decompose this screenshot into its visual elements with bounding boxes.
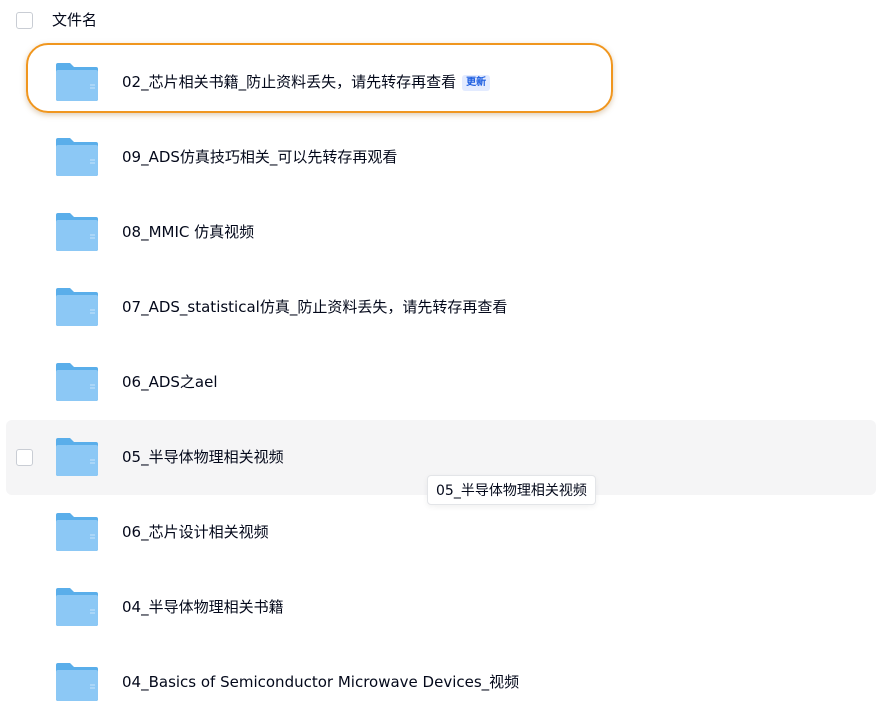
file-name[interactable]: 04_半导体物理相关书籍 xyxy=(122,597,284,617)
file-list: 02_芯片相关书籍_防止资料丢失，请先转存再查看 更新 09_ADS仿真技巧相关_… xyxy=(0,43,876,713)
filename-tooltip: 05_半导体物理相关视频 xyxy=(427,475,596,505)
file-name[interactable]: 07_ADS_statistical仿真_防止资料丢失，请先转存再查看 xyxy=(122,297,507,317)
file-name[interactable]: 02_芯片相关书籍_防止资料丢失，请先转存再查看 更新 xyxy=(122,72,491,92)
folder-icon xyxy=(56,663,98,701)
file-list-header: 文件名 xyxy=(0,0,876,42)
folder-icon xyxy=(56,513,98,551)
file-name[interactable]: 04_Basics of Semiconductor Microwave Dev… xyxy=(122,672,519,692)
folder-icon xyxy=(56,63,98,101)
file-row[interactable]: 06_芯片设计相关视频 xyxy=(6,495,876,570)
folder-icon xyxy=(56,438,98,476)
file-row[interactable]: 07_ADS_statistical仿真_防止资料丢失，请先转存再查看 xyxy=(6,270,876,345)
file-row[interactable]: 06_ADS之ael xyxy=(6,345,876,420)
folder-icon xyxy=(56,288,98,326)
row-checkbox[interactable] xyxy=(16,449,33,466)
file-row[interactable]: 04_半导体物理相关书籍 xyxy=(6,570,876,645)
file-name[interactable]: 09_ADS仿真技巧相关_可以先转存再观看 xyxy=(122,147,397,167)
column-header-filename[interactable]: 文件名 xyxy=(52,10,97,30)
file-name[interactable]: 08_MMIC 仿真视频 xyxy=(122,222,254,242)
file-row[interactable]: 08_MMIC 仿真视频 xyxy=(6,195,876,270)
folder-icon xyxy=(56,588,98,626)
file-name[interactable]: 06_芯片设计相关视频 xyxy=(122,522,269,542)
folder-icon xyxy=(56,363,98,401)
file-name[interactable]: 06_ADS之ael xyxy=(122,372,218,392)
select-all-checkbox[interactable] xyxy=(16,12,33,29)
folder-icon xyxy=(56,213,98,251)
file-row[interactable]: 02_芯片相关书籍_防止资料丢失，请先转存再查看 更新 xyxy=(6,43,876,120)
update-badge: 更新 xyxy=(462,75,491,91)
file-name[interactable]: 05_半导体物理相关视频 xyxy=(122,447,284,467)
file-row[interactable]: 04_Basics of Semiconductor Microwave Dev… xyxy=(6,645,876,713)
folder-icon xyxy=(56,138,98,176)
file-row[interactable]: 09_ADS仿真技巧相关_可以先转存再观看 xyxy=(6,120,876,195)
